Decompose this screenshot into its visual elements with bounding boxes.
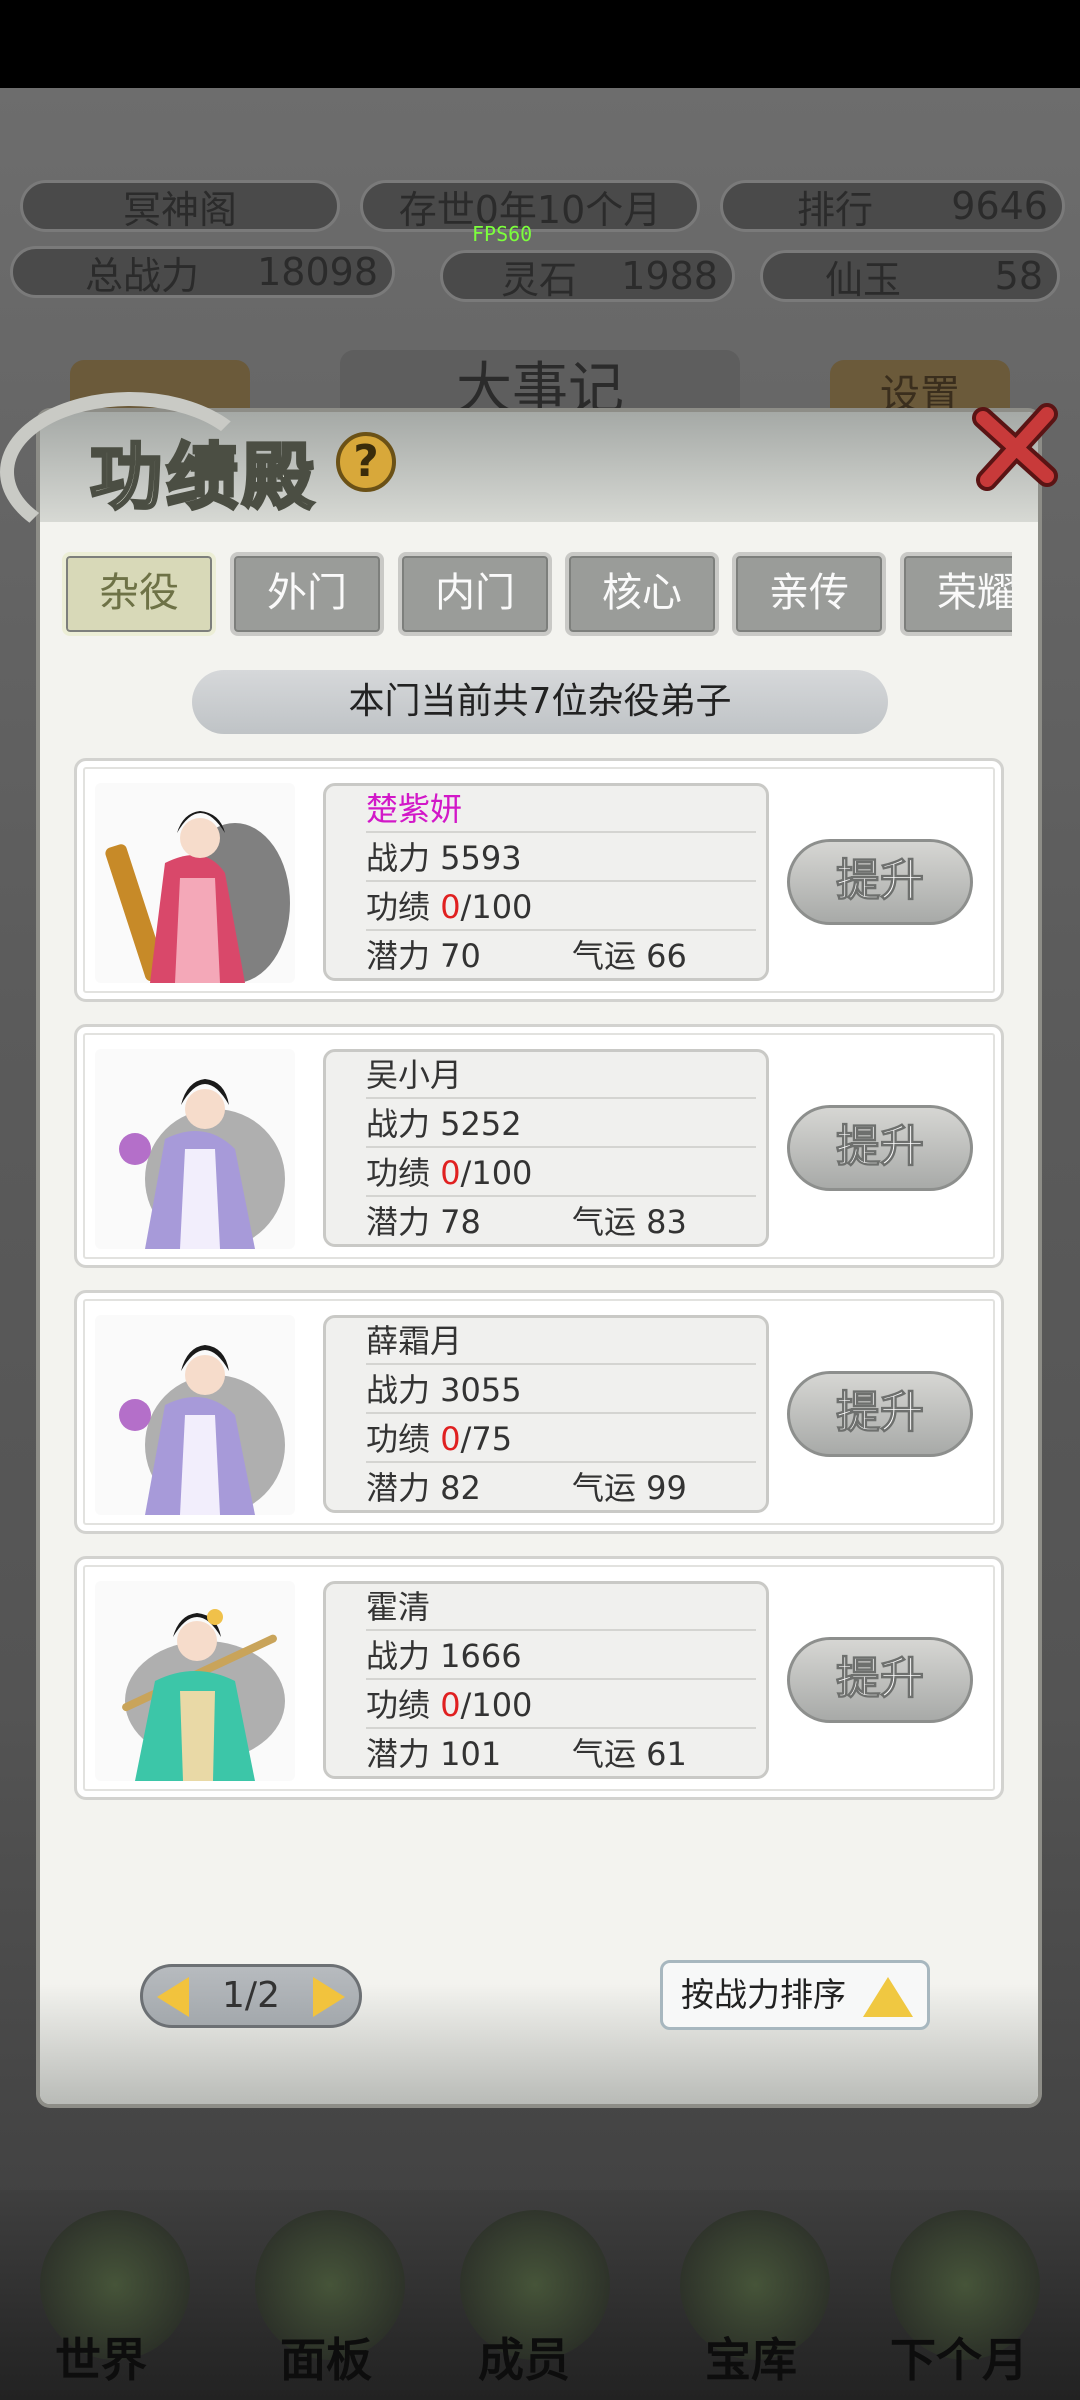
stone-plate: 灵石 1988 [440, 250, 735, 302]
disciple-luck: 气运 99 [572, 1469, 687, 1507]
jade-plate: 仙玉 58 [760, 250, 1060, 302]
modal-title: 功绩殿 [88, 433, 319, 521]
disciple-name: 楚紫妍 [366, 786, 756, 833]
merit-max: /100 [460, 888, 533, 926]
pagination: 1/2 [140, 1964, 362, 2028]
upgrade-button[interactable]: 提升 [787, 1105, 973, 1191]
disciple-portrait [95, 1315, 295, 1515]
disciple-power: 战力 3055 [366, 1367, 756, 1414]
disciple-stats: 潜力 82 气运 99 [366, 1465, 756, 1512]
disciple-count-banner: 本门当前共7位杂役弟子 [192, 670, 888, 734]
disciple-info: 吴小月 战力 5252 功绩 0/100 潜力 78 气运 83 [323, 1049, 769, 1247]
stone-label: 灵石 [501, 257, 578, 302]
disciple-merit: 功绩 0/75 [366, 1416, 756, 1463]
disciple-potential: 潜力 82 [366, 1469, 481, 1507]
power-label: 总战力 [85, 253, 200, 298]
rank-label: 排行 [797, 187, 874, 232]
nav-next-month[interactable]: 下个月 [890, 2324, 1028, 2390]
disciple-card: 楚紫妍 战力 5593 功绩 0/100 潜力 70 气运 66 提升 [74, 758, 1004, 1002]
disciple-name: 薛霜月 [366, 1318, 756, 1365]
merit-label: 功绩 [366, 1686, 441, 1724]
merit-max: /100 [460, 1686, 533, 1724]
disciple-power: 战力 1666 [366, 1633, 756, 1680]
tab-core[interactable]: 核心 [565, 552, 719, 636]
sect-name-plate: 冥神阁 [20, 180, 340, 232]
rank-value: 9646 [951, 184, 1048, 228]
disciple-stats: 潜力 70 气运 66 [366, 933, 756, 980]
merit-label: 功绩 [366, 1154, 441, 1192]
merit-current: 0 [440, 888, 461, 926]
disciple-info: 楚紫妍 战力 5593 功绩 0/100 潜力 70 气运 66 [323, 783, 769, 981]
jade-value: 58 [994, 254, 1043, 298]
sort-triangle-icon [863, 1977, 913, 2017]
merit-max: /75 [460, 1420, 513, 1458]
power-value: 18098 [257, 250, 378, 294]
upgrade-button[interactable]: 提升 [787, 1637, 973, 1723]
disciple-luck: 气运 66 [572, 937, 687, 975]
fps-counter: FPS60 [472, 222, 533, 246]
disciple-potential: 潜力 101 [366, 1735, 502, 1773]
status-bar [0, 0, 1080, 88]
disciple-merit: 功绩 0/100 [366, 884, 756, 931]
sort-by-power-button[interactable]: 按战力排序 [660, 1960, 930, 2030]
disciple-portrait [95, 783, 295, 983]
disciple-portrait [95, 1581, 295, 1781]
nav-treasury[interactable]: 宝库 [705, 2324, 797, 2390]
upgrade-button[interactable]: 提升 [787, 839, 973, 925]
merit-hall-modal: 功绩殿 ? 杂役 外门 内门 核心 亲传 荣耀 本门当前共7位杂役弟子 楚紫妍 … [0, 392, 1058, 2104]
rank-plate[interactable]: 排行 9646 [720, 180, 1065, 232]
disciple-power: 战力 5252 [366, 1101, 756, 1148]
bottom-nav: 世界 面板 成员 宝库 下个月 [0, 2190, 1080, 2400]
disciple-power: 战力 5593 [366, 835, 756, 882]
sect-name: 冥神阁 [122, 187, 237, 232]
disciple-card: 薛霜月 战力 3055 功绩 0/75 潜力 82 气运 99 提升 [74, 1290, 1004, 1534]
merit-label: 功绩 [366, 888, 441, 926]
merit-current: 0 [440, 1686, 461, 1724]
next-page-icon[interactable] [313, 1977, 345, 2017]
tab-inner[interactable]: 内门 [398, 552, 552, 636]
nav-panel[interactable]: 面板 [280, 2324, 372, 2390]
rank-tabs: 杂役 外门 内门 核心 亲传 荣耀 [62, 552, 1012, 638]
disciple-card: 吴小月 战力 5252 功绩 0/100 潜力 78 气运 83 提升 [74, 1024, 1004, 1268]
tab-outer[interactable]: 外门 [230, 552, 384, 636]
upgrade-button[interactable]: 提升 [787, 1371, 973, 1457]
disciple-portrait [95, 1049, 295, 1249]
merit-current: 0 [440, 1154, 461, 1192]
power-plate: 总战力 18098 [10, 246, 395, 298]
disciple-name: 霍清 [366, 1584, 756, 1631]
tab-honor[interactable]: 荣耀 [900, 552, 1012, 636]
merit-current: 0 [440, 1420, 461, 1458]
disciple-merit: 功绩 0/100 [366, 1150, 756, 1197]
disciple-stats: 潜力 78 气运 83 [366, 1199, 756, 1246]
merit-label: 功绩 [366, 1420, 441, 1458]
disciple-merit: 功绩 0/100 [366, 1682, 756, 1729]
tab-direct[interactable]: 亲传 [732, 552, 886, 636]
disciple-card: 霍清 战力 1666 功绩 0/100 潜力 101 气运 61 提升 [74, 1556, 1004, 1800]
close-icon[interactable] [965, 396, 1065, 496]
disciple-luck: 气运 83 [572, 1203, 687, 1241]
stone-value: 1988 [621, 254, 718, 298]
disciple-stats: 潜力 101 气运 61 [366, 1731, 756, 1778]
merit-max: /100 [460, 1154, 533, 1192]
help-icon[interactable]: ? [336, 432, 396, 492]
disciple-name: 吴小月 [366, 1052, 756, 1099]
jade-label: 仙玉 [825, 257, 902, 302]
disciple-info: 薛霜月 战力 3055 功绩 0/75 潜力 82 气运 99 [323, 1315, 769, 1513]
tab-servant[interactable]: 杂役 [62, 552, 216, 636]
disciple-potential: 潜力 78 [366, 1203, 481, 1241]
disciple-luck: 气运 61 [572, 1735, 687, 1773]
modal-header: 功绩殿 ? [0, 392, 1038, 552]
disciple-potential: 潜力 70 [366, 937, 481, 975]
disciple-info: 霍清 战力 1666 功绩 0/100 潜力 101 气运 61 [323, 1581, 769, 1779]
nav-world[interactable]: 世界 [55, 2324, 147, 2390]
nav-members[interactable]: 成员 [478, 2324, 570, 2390]
sort-label: 按战力排序 [681, 1975, 846, 2014]
